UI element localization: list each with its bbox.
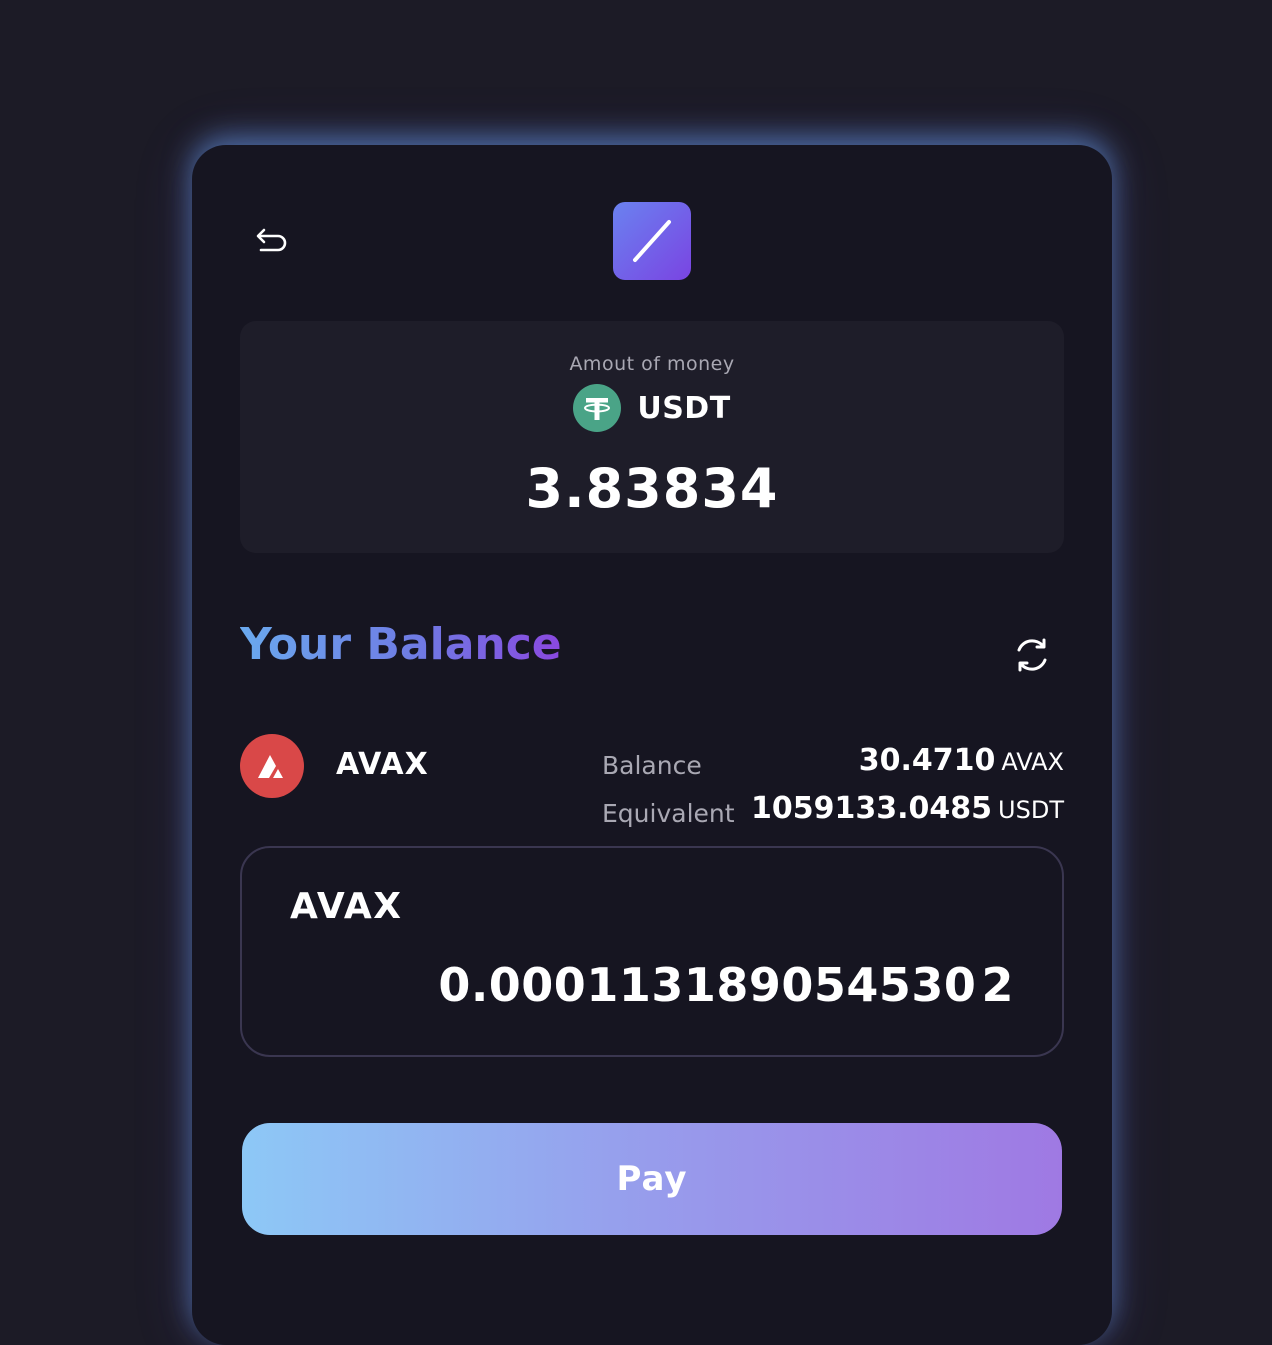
balance-label: Balance [602, 751, 702, 780]
amount-panel: Amout of money USDT 3.83834 [240, 321, 1064, 553]
amount-value: 3.83834 [525, 457, 779, 520]
pay-amount-input[interactable]: AVAX 0.000113189054530 2 [240, 846, 1064, 1057]
balance-unit: AVAX [1001, 748, 1064, 776]
undo-arrow-icon [256, 228, 287, 252]
equivalent-unit: USDT [998, 796, 1064, 824]
equivalent-value-group: 1059133.0485 USDT [751, 791, 1064, 826]
currency-row: USDT [240, 384, 1064, 432]
equivalent-value: 1059133.0485 [751, 791, 993, 826]
pay-button[interactable]: Pay [242, 1123, 1062, 1235]
tether-icon [573, 384, 622, 432]
avalanche-icon [240, 734, 304, 798]
balance-title: Your Balance [240, 619, 562, 670]
slash-logo-icon [633, 220, 671, 262]
token-balance-row: AVAX Balance 30.4710 AVAX Equivalent 1059… [240, 731, 1064, 831]
amount-label: Amout of money [569, 353, 735, 375]
equivalent-label: Equivalent [602, 799, 735, 828]
refresh-icon [1017, 638, 1047, 672]
token-name: AVAX [336, 747, 429, 782]
balance-value: 30.4710 [858, 743, 996, 778]
back-button[interactable] [244, 215, 300, 271]
app-logo [613, 202, 691, 280]
currency-name: USDT [637, 390, 731, 426]
pay-token-label: AVAX [290, 886, 403, 927]
refresh-button[interactable] [1006, 629, 1058, 681]
payment-card: Amout of money USDT 3.83834 Your Balance [192, 145, 1112, 1345]
pay-amount-value: 0.000113189054530 2 [438, 958, 1014, 1012]
balance-value-group: 30.4710 AVAX [859, 743, 1064, 778]
